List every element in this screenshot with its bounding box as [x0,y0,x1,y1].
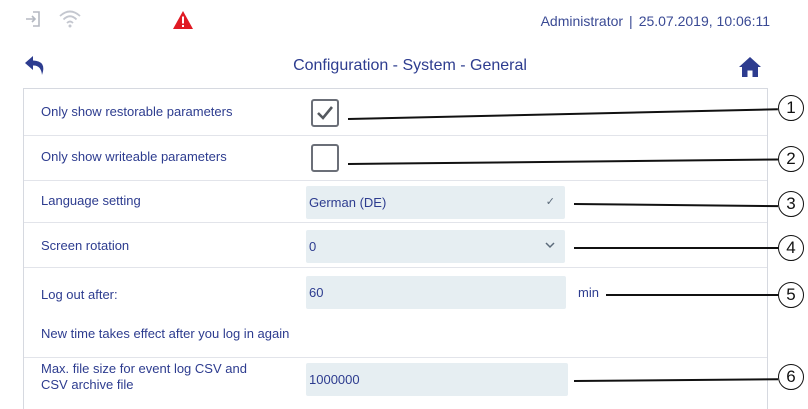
rotation-select[interactable]: 0 [306,230,565,263]
callout-2: 2 [778,146,804,172]
language-label: Language setting [41,193,141,208]
logout-note: New time takes effect after you log in a… [41,326,290,341]
chevron-down-icon: ✓ [545,196,555,208]
restorable-label-suffix: restorable parameters [105,104,233,119]
restorable-checkbox[interactable] [311,99,339,127]
home-icon[interactable] [738,56,762,78]
logout-unit: min [578,285,599,300]
date-time: 25.07.2019, 10:06:11 [638,13,770,29]
wifi-icon [59,10,81,28]
callout-5: 5 [778,282,804,308]
language-select[interactable]: German (DE) ✓ [306,186,565,219]
filesize-label-line1: Max. file size for event log CSV and [41,361,247,376]
checkmark-icon [317,106,334,120]
status-bar: Administrator | 25.07.2019, 10:06:11 [0,0,770,42]
rotation-label: Screen rotation [41,238,130,253]
language-row: Language setting German (DE) ✓ [24,181,767,223]
filesize-row: Max. file size for event log CSV and CSV… [24,358,767,409]
filesize-label: Max. file size for event log CSV and CSV… [41,361,247,393]
writeable-checkbox[interactable] [311,144,339,172]
note-row: New time takes effect after you log in a… [24,314,767,358]
callout-3: 3 [778,191,804,217]
user-name: Administrator [540,13,624,29]
writeable-label: Only show writeable parameters [41,149,227,164]
callout-4: 4 [778,235,804,261]
page-title: Configuration - System - General [293,57,527,74]
filesize-label-line2: CSV archive file [41,377,134,392]
chevron-down-icon [545,242,555,249]
filesize-value: 1000000 [309,372,360,387]
login-icon [26,11,40,27]
writeable-row: Only show writeable parameters [24,136,767,181]
callout-line-4 [574,247,778,249]
logout-row: Log out after: 60 min [24,268,767,314]
warning-icon[interactable] [172,10,194,30]
logout-input[interactable]: 60 [306,276,566,309]
rotation-value: 0 [309,239,317,254]
restorable-label: Only show restorable parameters [41,104,232,120]
restorable-label-prefix: Only show [41,104,106,119]
filesize-input[interactable]: 1000000 [306,363,568,396]
logout-value: 60 [309,285,324,300]
nav-bar: Configuration - System - General [0,44,770,86]
callout-1: 1 [778,95,804,121]
callout-6: 6 [778,364,804,390]
rotation-row: Screen rotation 0 [24,223,767,268]
status-info: Administrator | 25.07.2019, 10:06:11 [541,13,770,29]
logout-label: Log out after: [41,287,118,302]
callout-line-5 [606,294,778,296]
language-value: German (DE) [309,195,387,210]
status-separator: | [629,13,633,29]
